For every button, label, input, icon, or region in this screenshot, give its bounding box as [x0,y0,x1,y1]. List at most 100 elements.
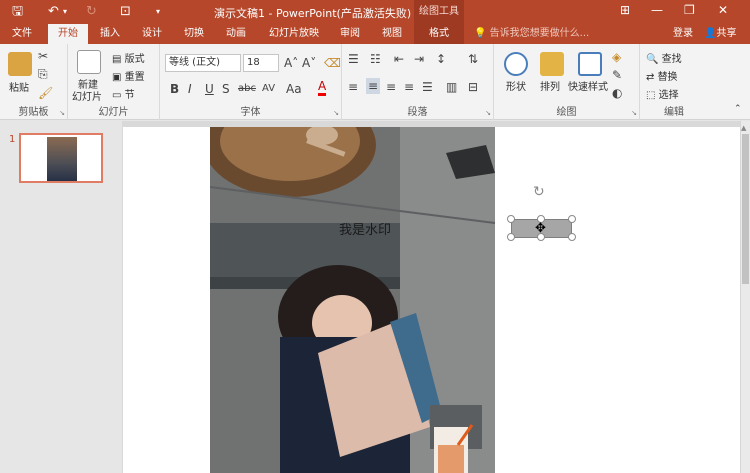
shape-effects-icon[interactable]: ◐ [612,86,622,100]
copy-icon[interactable]: ⎘ [38,67,48,81]
tab-animations[interactable]: 动画 [218,24,254,44]
new-slide-icon[interactable] [77,50,101,74]
align-center-icon[interactable]: ≡ [366,78,381,94]
collapse-ribbon-icon[interactable]: ⌃ [734,102,742,116]
shape-outline-icon[interactable]: ✎ [612,68,622,82]
section-button[interactable]: ▭ 节 [112,86,135,101]
clear-format-icon[interactable]: ⌫ [324,56,341,70]
rotate-handle-icon[interactable]: ↻ [533,184,545,200]
shadow-button[interactable]: S [222,82,230,96]
scroll-up-icon[interactable]: ▲ [741,124,746,132]
tab-review[interactable]: 审阅 [332,24,368,44]
increase-indent-icon[interactable]: ⇥ [414,52,424,66]
find-button[interactable]: 🔍 查找 [646,50,682,65]
strikethrough-button[interactable]: abc [238,82,256,96]
reset-icon: ▣ [112,72,125,83]
justify-icon[interactable]: ≡ [404,80,414,94]
tell-me-search[interactable]: 💡 告诉我您想要做什么... [474,24,589,44]
tab-transitions[interactable]: 切换 [176,24,212,44]
undo-dropdown-icon[interactable]: ▾ [63,3,67,21]
shapes-icon[interactable] [504,52,528,76]
shape-fill-icon[interactable]: ◈ [612,50,621,64]
bullets-icon[interactable]: ☰ [348,52,359,66]
resize-handle-bl[interactable] [507,233,515,241]
replace-icon: ⇄ [646,72,658,83]
resize-handle-br[interactable] [568,233,576,241]
minimize-icon[interactable]: — [651,3,663,17]
resize-handle-tl[interactable] [507,215,515,223]
drawing-dialog-launcher-icon[interactable]: ↘ [631,109,637,117]
line-spacing-icon[interactable]: ↕ [436,52,446,66]
tab-insert[interactable]: 插入 [92,24,128,44]
slide-thumbnail[interactable] [19,133,103,183]
login-link[interactable]: 登录 [673,24,693,44]
shapes-button[interactable]: 形状 [506,78,526,93]
presentation-icon[interactable]: ⊡ [120,3,131,21]
drawing-group-label: 绘图 [556,107,577,118]
editing-group-label: 编辑 [664,107,684,118]
font-group: 等线 (正文) 18 A˄ A˅ ⌫ B I U S abc AV Aa A 字… [160,44,342,120]
numbering-icon[interactable]: ☷ [370,52,381,66]
quick-styles-button[interactable]: 快速样式 [568,78,608,93]
text-direction-icon[interactable]: ⇅ [468,52,478,66]
cut-icon[interactable]: ✂ [38,49,48,63]
slides-group-label: 幻灯片 [98,107,129,118]
watermark-text[interactable]: 我是水印 [339,219,391,238]
paragraph-group: ☰ ☷ ⇤ ⇥ ↕ ⇅ ≡ ≡ ≡ ≡ ☰ ▥ ⊟ 段落 ↘ [342,44,494,120]
slide-photo[interactable] [210,127,495,473]
ribbon-tab-bar: 文件 开始 插入 设计 切换 动画 幻灯片放映 审阅 视图 格式 [0,24,750,44]
arrange-icon[interactable] [540,52,564,76]
paste-icon[interactable] [8,52,32,76]
paragraph-dialog-launcher-icon[interactable]: ↘ [485,109,491,117]
select-button[interactable]: ⬚ 选择 [646,86,679,101]
font-size-select[interactable]: 18 [243,54,279,72]
char-spacing-button[interactable]: AV [262,82,275,96]
reset-button[interactable]: ▣ 重置 [112,68,145,83]
increase-font-icon[interactable]: A˄ [284,56,298,70]
close-icon[interactable]: ✕ [718,3,728,17]
columns-icon[interactable]: ▥ [446,80,457,94]
scrollbar-thumb[interactable] [742,134,749,284]
align-text-icon[interactable]: ⊟ [468,80,478,94]
tab-file[interactable]: 文件 [4,24,40,44]
tab-format[interactable]: 格式 [414,24,464,44]
underline-button[interactable]: U [205,82,214,96]
clipboard-dialog-launcher-icon[interactable]: ↘ [59,109,65,117]
paste-button[interactable]: 粘贴 [9,79,29,94]
italic-button[interactable]: I [188,82,192,96]
decrease-font-icon[interactable]: A˅ [302,56,316,70]
person-icon: 👤 [704,28,717,39]
context-tab-group-label: 绘图工具 [414,0,464,24]
redo-icon[interactable]: ↻ [86,3,97,21]
font-dialog-launcher-icon[interactable]: ↘ [333,109,339,117]
save-icon[interactable]: 🖫 [12,3,23,21]
photo-illustration [210,127,495,473]
replace-button[interactable]: ⇄ 替换 [646,68,678,83]
align-left-icon[interactable]: ≡ [348,80,358,94]
decrease-indent-icon[interactable]: ⇤ [394,52,404,66]
undo-icon[interactable]: ↶ [48,3,59,21]
drawing-group: 形状 排列 快速样式 ◈ ✎ ◐ 绘图 ↘ [494,44,640,120]
format-painter-icon[interactable]: 🖌 [38,86,53,100]
layout-button[interactable]: ▤ 版式 [112,50,145,65]
font-color-button[interactable]: A [318,80,327,96]
title-bar: 🖫 ↶ ▾ ↻ ⊡ ▾ 演示文稿1 - PowerPoint(产品激活失败) 绘… [0,0,750,24]
tab-slideshow[interactable]: 幻灯片放映 [262,24,326,44]
align-right-icon[interactable]: ≡ [386,80,396,94]
tab-home[interactable]: 开始 [48,24,88,44]
tab-view[interactable]: 视图 [374,24,410,44]
font-name-select[interactable]: 等线 (正文) [165,54,241,72]
new-slide-label-2[interactable]: 幻灯片 [72,88,102,103]
resize-handle-tr[interactable] [568,215,576,223]
tab-design[interactable]: 设计 [134,24,170,44]
arrange-button[interactable]: 排列 [540,78,560,93]
customize-toolbar-icon[interactable]: ▾ [156,3,160,21]
restore-icon[interactable]: ❐ [684,3,695,17]
distributed-icon[interactable]: ☰ [422,80,433,94]
bold-button[interactable]: B [170,82,179,96]
section-icon: ▭ [112,90,125,101]
change-case-button[interactable]: Aa [286,82,302,96]
share-button[interactable]: 👤共享 [704,24,736,44]
quick-styles-icon[interactable] [578,52,602,76]
ribbon-options-icon[interactable]: ⊞ [620,3,630,17]
